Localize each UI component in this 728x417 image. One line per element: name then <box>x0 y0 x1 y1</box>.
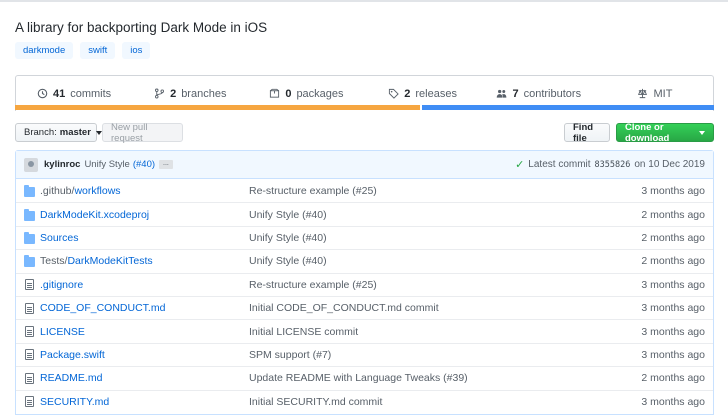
commit-message[interactable]: Unify Style <box>84 159 129 170</box>
file-age: 2 months ago <box>641 255 705 268</box>
commits-count: 41 <box>52 87 66 100</box>
file-age: 2 months ago <box>641 372 705 385</box>
language-bar[interactable] <box>15 105 714 110</box>
expand-commit-button[interactable]: ... <box>159 160 173 169</box>
file-name-link[interactable]: .github/workflows <box>40 185 252 197</box>
file-row[interactable]: LICENSE Initial LICENSE commit 3 months … <box>16 319 713 342</box>
releases-count: 2 <box>404 87 411 100</box>
folder-icon <box>24 231 35 244</box>
history-icon <box>37 88 48 99</box>
file-commit-message[interactable]: Initial LICENSE commit <box>249 326 358 338</box>
commit-pr-link[interactable]: (#40) <box>133 159 155 170</box>
language-segment-swift <box>15 105 421 110</box>
language-segment-other <box>422 105 714 110</box>
people-icon <box>497 89 507 98</box>
file-age: 2 months ago <box>641 231 705 244</box>
file-commit-message[interactable]: Initial SECURITY.md commit <box>249 396 382 408</box>
topic-list: darkmode swift ios <box>15 42 151 59</box>
branches-count: 2 <box>170 87 177 100</box>
new-pull-request-button[interactable]: New pull request <box>102 122 183 144</box>
check-icon: ✓ <box>515 159 525 171</box>
folder-icon <box>24 255 35 268</box>
file-name-link[interactable]: DarkModeKit.xcodeproj <box>40 209 252 221</box>
file-name-link[interactable]: SECURITY.md <box>40 396 252 408</box>
file-row[interactable]: CODE_OF_CONDUCT.md Initial CODE_OF_CONDU… <box>16 295 713 319</box>
file-icon <box>25 396 34 408</box>
file-age: 2 months ago <box>641 208 705 221</box>
commit-date: on 10 Dec 2019 <box>634 159 705 170</box>
file-name-link[interactable]: CODE_OF_CONDUCT.md <box>40 302 252 314</box>
clone-download-button[interactable]: Clone or download <box>616 121 714 144</box>
folder-icon <box>24 208 35 221</box>
folder-icon <box>24 184 35 197</box>
file-commit-message[interactable]: Initial CODE_OF_CONDUCT.md commit <box>249 302 439 314</box>
file-browser: kylinroc Unify Style (#40) ... ✓ Latest … <box>15 150 714 415</box>
file-commit-message[interactable]: Re-structure example (#25) <box>249 279 377 291</box>
topic-tag[interactable]: ios <box>122 42 151 59</box>
file-age: 3 months ago <box>641 325 705 338</box>
latest-commit-label: Latest commit <box>528 159 591 170</box>
commit-author[interactable]: kylinroc <box>44 159 80 170</box>
commit-sha[interactable]: 8355826 <box>595 160 631 170</box>
file-row[interactable]: SECURITY.md Initial SECURITY.md commit 3… <box>16 389 713 413</box>
tag-icon <box>389 88 399 99</box>
file-age: 3 months ago <box>641 184 705 197</box>
file-list: .github/workflows Re-structure example (… <box>16 179 713 413</box>
branch-icon <box>155 88 165 99</box>
file-age: 3 months ago <box>641 395 705 408</box>
packages-count: 0 <box>285 87 292 100</box>
file-row[interactable]: Sources Unify Style (#40) 2 months ago <box>16 225 713 249</box>
topic-tag[interactable]: darkmode <box>15 42 74 59</box>
latest-commit-bar: kylinroc Unify Style (#40) ... ✓ Latest … <box>16 151 713 179</box>
file-commit-message[interactable]: Unify Style (#40) <box>249 232 327 244</box>
clone-label: Clone or download <box>625 121 670 144</box>
file-row[interactable]: .gitignore Re-structure example (#25) 3 … <box>16 272 713 296</box>
file-icon <box>25 372 34 384</box>
file-commit-message[interactable]: Re-structure example (#25) <box>249 185 377 197</box>
file-row[interactable]: Tests/DarkModeKitTests Unify Style (#40)… <box>16 249 713 272</box>
file-commit-message[interactable]: Unify Style (#40) <box>249 255 327 267</box>
file-commit-message[interactable]: SPM support (#7) <box>249 349 331 361</box>
file-age: 3 months ago <box>641 302 705 315</box>
commits-label: commits <box>70 87 112 100</box>
file-name-link[interactable]: Tests/DarkModeKitTests <box>40 255 252 267</box>
file-icon <box>25 279 34 291</box>
file-commit-message[interactable]: Unify Style (#40) <box>249 209 327 221</box>
avatar[interactable] <box>24 157 38 172</box>
latest-commit-info: ✓ Latest commit 8355826 on 10 Dec 2019 <box>515 158 705 171</box>
file-name-link[interactable]: .gitignore <box>40 279 252 291</box>
file-row[interactable]: README.md Update README with Language Tw… <box>16 366 713 389</box>
releases-label: releases <box>415 87 457 100</box>
file-name-link[interactable]: LICENSE <box>40 326 252 338</box>
top-divider <box>0 0 728 2</box>
branch-prefix: Branch: <box>24 127 57 138</box>
branches-label: branches <box>181 87 227 100</box>
license-label: MIT <box>653 87 673 100</box>
branch-name: master <box>59 127 91 138</box>
chevron-down-icon <box>699 130 705 135</box>
file-icon <box>25 326 34 338</box>
branch-select-button[interactable]: Branch: master <box>15 123 102 142</box>
file-age: 3 months ago <box>641 278 705 291</box>
file-row[interactable]: Package.swift SPM support (#7) 3 months … <box>16 342 713 366</box>
contributors-count: 7 <box>512 87 519 100</box>
repo-description: A library for backporting Dark Mode in i… <box>15 20 268 35</box>
file-icon <box>25 302 34 314</box>
topic-tag[interactable]: swift <box>80 42 116 59</box>
file-commit-message[interactable]: Update README with Language Tweaks (#39) <box>249 372 468 384</box>
law-icon <box>638 88 648 99</box>
file-icon <box>25 349 34 361</box>
file-name-link[interactable]: Sources <box>40 232 252 244</box>
find-file-button[interactable]: Find file <box>564 122 610 144</box>
file-name-link[interactable]: README.md <box>40 372 252 384</box>
file-row[interactable]: .github/workflows Re-structure example (… <box>16 179 713 202</box>
file-age: 3 months ago <box>641 348 705 361</box>
packages-label: packages <box>296 87 344 100</box>
file-row[interactable]: DarkModeKit.xcodeproj Unify Style (#40) … <box>16 202 713 225</box>
contributors-label: contributors <box>523 87 582 100</box>
file-name-link[interactable]: Package.swift <box>40 349 252 361</box>
package-icon <box>270 88 280 98</box>
